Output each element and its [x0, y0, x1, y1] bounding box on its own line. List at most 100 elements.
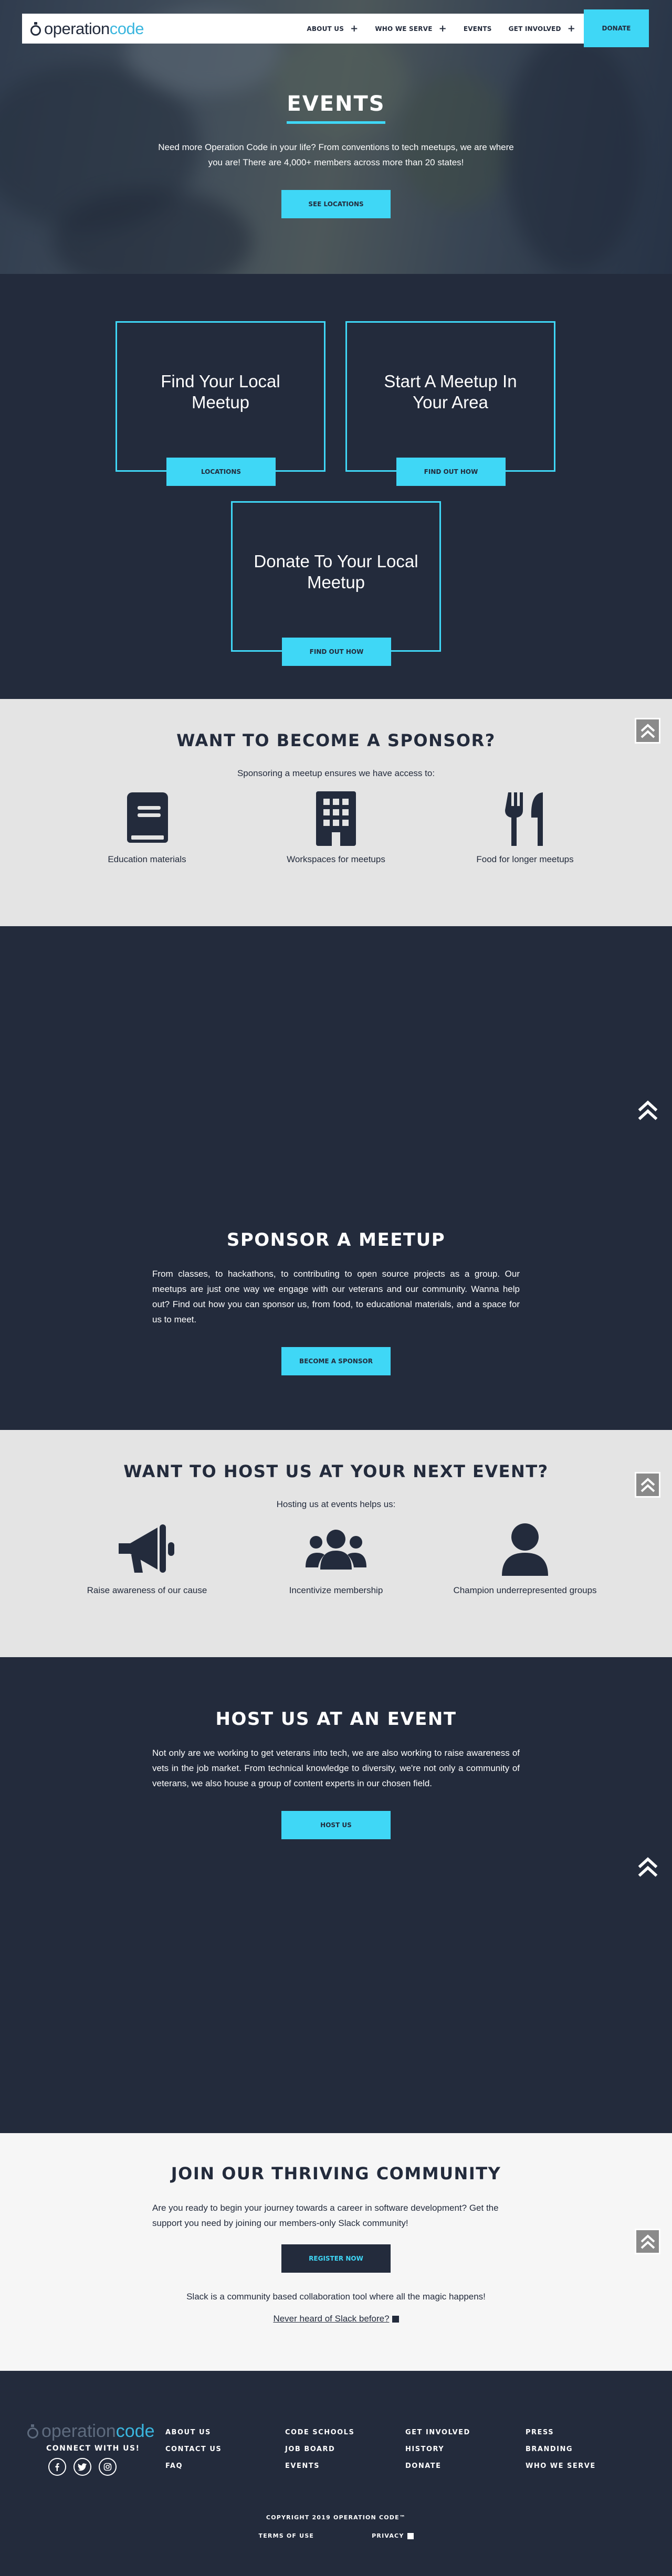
slack-description: Slack is a community based collaboration…: [186, 2292, 486, 2302]
double-chevron-up-icon: [638, 1857, 657, 1877]
logo-word-code: code: [109, 19, 144, 38]
section-subtitle: Sponsoring a meetup ensures we have acce…: [237, 768, 435, 778]
benefit-item: Education materials: [74, 790, 220, 865]
terms-of-use-link[interactable]: TERMS OF USE: [259, 2532, 314, 2539]
footer-link-code-schools[interactable]: CODE SCHOOLS: [285, 2429, 354, 2436]
footer-column: ABOUT US CONTACT US FAQ: [165, 2429, 222, 2479]
register-now-button[interactable]: REGISTER NOW: [281, 2244, 391, 2273]
utensils-icon: [505, 792, 543, 846]
instagram-icon[interactable]: [99, 2458, 117, 2476]
slack-info-link[interactable]: Never heard of Slack before?: [273, 2314, 399, 2324]
hero-text: Need more Operation Code in your life? F…: [158, 142, 514, 167]
footer-link-who-we-serve[interactable]: WHO WE SERVE: [526, 2462, 596, 2470]
footer-link-donate[interactable]: DONATE: [405, 2462, 470, 2470]
benefits-row: Raise awareness of our cause Incentivize…: [74, 1521, 598, 1596]
benefit-label: Champion underrepresented groups: [453, 1585, 597, 1595]
footer-column: GET INVOLVED HISTORY DONATE: [405, 2429, 470, 2479]
footer-link-history[interactable]: HISTORY: [405, 2445, 470, 2453]
card-find-meetup: Find Your Local Meetup LOCATIONS: [116, 321, 326, 486]
book-icon: [127, 792, 168, 843]
connect-heading: CONNECT WITH US!: [46, 2444, 140, 2453]
privacy-link[interactable]: PRIVACY: [372, 2532, 414, 2539]
footer-column: CODE SCHOOLS JOB BOARD EVENTS: [285, 2429, 354, 2479]
footer-link-get-involved[interactable]: GET INVOLVED: [405, 2429, 470, 2436]
footer-link-job-board[interactable]: JOB BOARD: [285, 2445, 354, 2453]
section-title: SPONSOR A MEETUP: [226, 1229, 446, 1250]
social-links: [48, 2458, 117, 2476]
host-us-benefits-section: WANT TO HOST US AT YOUR NEXT EVENT? Host…: [0, 1430, 672, 1657]
footer-link-about-us[interactable]: ABOUT US: [165, 2429, 222, 2436]
donate-button[interactable]: DONATE: [584, 9, 649, 47]
benefit-label: Food for longer meetups: [476, 854, 574, 864]
benefit-item: Raise awareness of our cause: [74, 1521, 220, 1596]
double-chevron-up-icon: [638, 1100, 657, 1120]
see-locations-button[interactable]: SEE LOCATIONS: [281, 190, 391, 218]
footer-link-branding[interactable]: BRANDING: [526, 2445, 596, 2453]
megaphone-icon: [119, 1524, 174, 1573]
footer-link-contact-us[interactable]: CONTACT US: [165, 2445, 222, 2453]
benefit-item: Incentivize membership: [262, 1521, 410, 1596]
become-sponsor-section: WANT TO BECOME A SPONSOR? Sponsoring a m…: [0, 699, 672, 926]
benefit-item: Champion underrepresented groups: [452, 1521, 598, 1596]
scroll-to-top-button[interactable]: [635, 1472, 660, 1498]
start-meetup-find-out-button[interactable]: FIND OUT HOW: [396, 458, 506, 486]
card-donate-meetup: Donate To Your Local Meetup FIND OUT HOW: [231, 501, 441, 666]
host-us-button[interactable]: HOST US: [281, 1811, 391, 1839]
section-title: JOIN OUR THRIVING COMMUNITY: [171, 2164, 501, 2183]
site-logo[interactable]: operation code: [22, 19, 144, 38]
nav-who-we-serve[interactable]: WHO WE SERVE +: [366, 23, 455, 34]
footer-link-events[interactable]: EVENTS: [285, 2462, 354, 2470]
become-sponsor-button[interactable]: BECOME A SPONSOR: [281, 1347, 391, 1375]
copyright-text: COPYRIGHT 2019 OPERATION CODE™: [266, 2514, 406, 2521]
benefit-label: Incentivize membership: [289, 1585, 383, 1595]
users-icon: [306, 1530, 366, 1570]
benefit-label: Workspaces for meetups: [287, 854, 385, 864]
card-start-meetup: Start A Meetup In Your Area FIND OUT HOW: [345, 321, 555, 486]
site-header: operation code ABOUT US + WHO WE SERVE + EV…: [22, 9, 649, 47]
legal-links: TERMS OF USE PRIVACY: [0, 2532, 672, 2539]
community-text: Are you ready to begin your journey towa…: [152, 2203, 499, 2228]
scroll-to-top-button[interactable]: [635, 2229, 660, 2254]
section-title: HOST US AT AN EVENT: [215, 1709, 457, 1730]
twitter-icon[interactable]: [74, 2458, 91, 2476]
donate-meetup-find-out-button[interactable]: FIND OUT HOW: [282, 638, 391, 666]
nav-about-us[interactable]: ABOUT US +: [298, 23, 366, 34]
external-link-icon: [392, 2315, 399, 2323]
hero-title: EVENTS: [287, 92, 385, 124]
section-title: WANT TO HOST US AT YOUR NEXT EVENT?: [123, 1461, 549, 1481]
section-subtitle: Hosting us at events helps us:: [276, 1499, 396, 1509]
footer-link-faq[interactable]: FAQ: [165, 2462, 222, 2470]
scroll-to-top-button[interactable]: [635, 718, 660, 744]
logo-word-code: code: [116, 2421, 155, 2441]
facebook-icon[interactable]: [48, 2458, 66, 2476]
building-icon: [316, 791, 356, 846]
nav-get-involved[interactable]: GET INVOLVED +: [500, 23, 584, 34]
footer-column: PRESS BRANDING WHO WE SERVE: [526, 2429, 596, 2479]
plus-icon[interactable]: +: [439, 23, 447, 34]
double-chevron-up-icon: [640, 1477, 655, 1492]
nav-events[interactable]: EVENTS: [455, 25, 500, 33]
card-title: Donate To Your Local Meetup: [254, 551, 418, 592]
benefit-item: Workspaces for meetups: [262, 790, 410, 865]
footer-link-press[interactable]: PRESS: [526, 2429, 596, 2436]
card-title: Find Your Local Meetup: [161, 371, 280, 412]
logo-icon: [30, 22, 41, 36]
logo-word-operation: operation: [41, 2421, 116, 2441]
double-chevron-up-icon: [640, 723, 655, 738]
sponsor-meetup-section: SPONSOR A MEETUP From classes, to hackat…: [0, 926, 672, 1430]
card-title: Start A Meetup In Your Area: [384, 371, 517, 412]
section-title: WANT TO BECOME A SPONSOR?: [176, 730, 496, 750]
benefit-item: Food for longer meetups: [452, 790, 598, 865]
footer-logo[interactable]: operation code: [27, 2421, 155, 2442]
scroll-to-top-button[interactable]: [635, 1854, 660, 1880]
meetup-cards-section: Find Your Local Meetup LOCATIONS Start A…: [0, 274, 672, 699]
benefits-row: Education materials Workspaces for meetu…: [74, 790, 598, 865]
scroll-to-top-button[interactable]: [635, 1097, 660, 1123]
locations-button[interactable]: LOCATIONS: [166, 458, 276, 486]
logo-icon: [27, 2424, 38, 2439]
plus-icon[interactable]: +: [350, 23, 358, 34]
benefit-label: Education materials: [108, 854, 186, 864]
plus-icon[interactable]: +: [568, 23, 575, 34]
external-link-icon: [407, 2532, 414, 2539]
logo-word-operation: operation: [44, 19, 110, 38]
